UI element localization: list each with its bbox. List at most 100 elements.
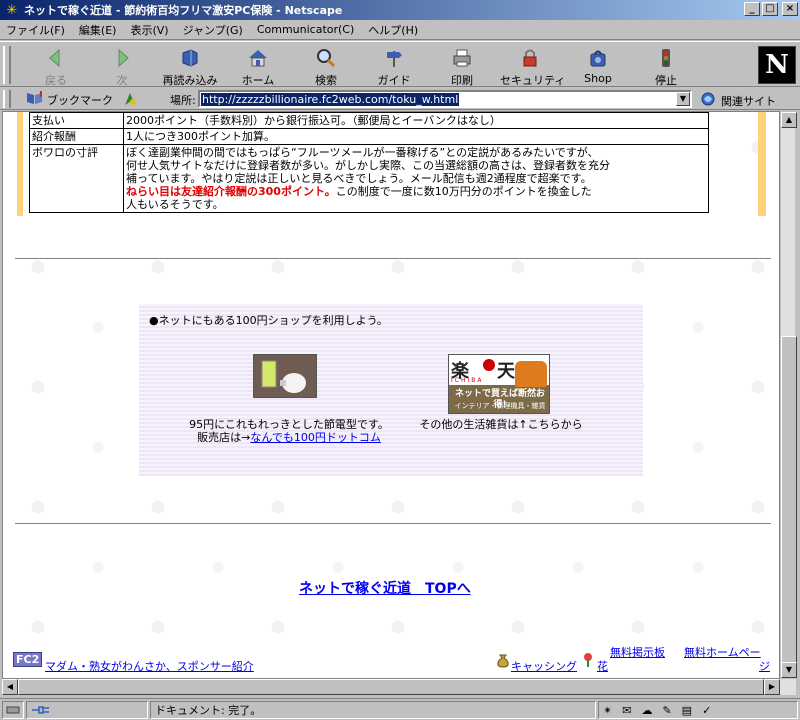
- netscape-logo[interactable]: N: [758, 46, 796, 84]
- mail-icon[interactable]: ✉: [622, 704, 631, 717]
- window-title: ネットで稼ぐ近道 - 節約術百均フリマ激安PC保険 - Netscape: [24, 4, 343, 17]
- nandemo-100yen-link[interactable]: なんでも100円ドットコム: [250, 431, 380, 444]
- review-line-1: ぼく達副業仲間の間ではもっぱら“フルーツメールが一番稼げる”との定説があるみたい…: [126, 146, 599, 159]
- printer-icon: [432, 46, 492, 70]
- rakuten-logo-dot-icon: [483, 359, 495, 371]
- scroll-right-button[interactable]: ▶: [764, 679, 780, 695]
- menu-go[interactable]: ジャンプ(G): [183, 22, 243, 38]
- padlock-icon: [500, 46, 560, 70]
- rakuten-caption-2: インテリア・料理機具・雑貨: [454, 402, 546, 410]
- related-sites-icon: [700, 91, 718, 110]
- referral-value: 1人につき300ポイント加算。: [123, 128, 709, 145]
- bookmarks-label: ブックマーク: [47, 93, 113, 107]
- related-sites-button[interactable]: 関連サイト: [700, 91, 776, 110]
- bulb-item-prefix: 販売店は→: [197, 431, 251, 444]
- left-accent-bar: [17, 112, 23, 216]
- bulb-item-line-2: 販売店は→なんでも100円ドットコム: [179, 431, 399, 444]
- toolbar-grip[interactable]: [3, 46, 11, 84]
- horizontal-rule: [15, 258, 771, 260]
- rakuten-logo-ten: 天: [497, 361, 515, 382]
- close-button[interactable]: ×: [782, 2, 798, 16]
- free-homepage-link-cont[interactable]: ジ: [759, 658, 770, 674]
- netscape-logo-letter: N: [765, 50, 789, 80]
- back-button[interactable]: 戻る: [26, 46, 86, 87]
- menu-help[interactable]: ヘルプ(H): [368, 22, 418, 38]
- groups-icon[interactable]: ☁: [641, 704, 652, 717]
- scroll-up-button[interactable]: ▲: [781, 112, 797, 128]
- table-row: ボワロの寸評 ぼく達副業仲間の間ではもっぱら“フルーツメールが一番稼げる”との定…: [29, 144, 709, 213]
- page-content: 支払い 2000ポイント（手数料別）から銀行振込可。（郵便局とイーバンクはなし）…: [2, 111, 780, 679]
- shop-bag-icon: [568, 46, 628, 70]
- review-line-4: ねらい目は友達紹介報酬の300ポイント。この制度で一度に数10万円分のポイントを…: [126, 185, 706, 198]
- review-value: ぼく達副業仲間の間ではもっぱら“フルーツメールが一番稼げる”との定説があるみたい…: [123, 144, 709, 213]
- connection-status-icon[interactable]: [2, 701, 24, 719]
- back-arrow-icon: [26, 46, 86, 70]
- hundred-yen-shop-box: ●ネットにもある100円ショップを利用しよう。 95円にこれもれっきとした節電型…: [139, 304, 643, 476]
- fc2-logo[interactable]: FC2: [13, 652, 43, 667]
- search-icon: [296, 46, 356, 70]
- security-button[interactable]: セキュリティ: [500, 46, 566, 87]
- maximize-button[interactable]: □: [762, 2, 778, 16]
- checkmark-icon[interactable]: ✓: [702, 704, 711, 717]
- review-line-2: 何せ人気サイトなだけに登録者数が多い。がしかし実際、この当選総額の高さは、登録者…: [126, 159, 610, 172]
- free-homepage-link[interactable]: 無料ホームペー: [684, 644, 761, 660]
- related-sites-label: 関連サイト: [721, 94, 776, 108]
- shop-label: Shop: [584, 72, 612, 85]
- flower-ad-link[interactable]: 花: [597, 658, 608, 674]
- plug-icon: [32, 706, 49, 714]
- money-bag-icon: [495, 652, 511, 671]
- menu-communicator[interactable]: Communicator(C): [257, 23, 354, 36]
- horizontal-scrollbar[interactable]: ◀ ▶: [2, 679, 796, 695]
- stop-label: 停止: [655, 74, 677, 87]
- forward-label: 次: [116, 74, 128, 87]
- window-controls: _ □ ×: [744, 2, 798, 16]
- menu-file[interactable]: ファイル(F): [6, 22, 65, 38]
- url-text[interactable]: http://zzzzzbillionaire.fc2web.com/toku_…: [201, 93, 460, 106]
- vertical-scrollbar[interactable]: ▲ ▼: [780, 111, 797, 679]
- minimize-button[interactable]: _: [744, 2, 760, 16]
- search-button[interactable]: 検索: [296, 46, 356, 87]
- url-field[interactable]: http://zzzzzbillionaire.fc2web.com/toku_…: [198, 90, 692, 108]
- calendar-icon[interactable]: ▤: [682, 704, 692, 717]
- bookmarks-button[interactable]: ブックマーク: [26, 91, 113, 108]
- review-line-3: 補っています。やはり定説は正しいと見るべきでしょう。メール配信も週2通程度で超楽…: [126, 172, 592, 185]
- menu-view[interactable]: 表示(V): [130, 22, 168, 38]
- horizontal-scroll-thumb[interactable]: [18, 679, 764, 695]
- print-button[interactable]: 印刷: [432, 46, 492, 87]
- progress-bar: [26, 701, 148, 719]
- security-label: セキュリティ: [500, 74, 566, 87]
- location-label: 場所:: [170, 94, 196, 107]
- page-proxy-icon[interactable]: [122, 91, 138, 110]
- scroll-down-button[interactable]: ▼: [781, 662, 797, 678]
- vertical-scroll-thumb[interactable]: [781, 336, 797, 664]
- rakuten-ichiba-label: ICHIBA: [451, 377, 484, 384]
- home-button[interactable]: ホーム: [228, 46, 288, 87]
- top-page-link[interactable]: ネットで稼ぐ近道 TOPへ: [299, 578, 471, 598]
- stop-button[interactable]: 停止: [636, 46, 696, 87]
- review-line-4-rest: この制度で一度に数10万円分のポイントを換金した: [335, 185, 592, 198]
- guide-label: ガイド: [377, 74, 411, 87]
- light-bulb-banner[interactable]: [253, 354, 317, 398]
- service-info-table: 支払い 2000ポイント（手数料別）から銀行振込可。（郵便局とイーバンクはなし）…: [29, 112, 709, 213]
- netscape-app-icon[interactable]: ✳: [4, 2, 20, 18]
- guide-button[interactable]: ガイド: [364, 46, 424, 87]
- sponsor-ad-link[interactable]: マダム・熟女がわんさか、スポンサー紹介: [45, 658, 254, 674]
- url-history-dropdown[interactable]: ▼: [676, 92, 690, 106]
- forward-button[interactable]: 次: [92, 46, 152, 87]
- shop-button[interactable]: Shop: [568, 46, 628, 86]
- reload-icon: [160, 46, 220, 70]
- flower-icon: [581, 652, 595, 671]
- reload-button[interactable]: 再読み込み: [160, 46, 220, 87]
- scroll-left-button[interactable]: ◀: [2, 679, 18, 695]
- composer-icon[interactable]: ✎: [662, 704, 671, 717]
- location-bar-grip[interactable]: [3, 90, 11, 108]
- free-bbs-link[interactable]: 無料掲示板: [610, 644, 665, 660]
- stop-traffic-light-icon: [636, 46, 696, 70]
- navigator-icon[interactable]: ✴: [603, 704, 612, 717]
- bulb-item-line-1: 95円にこれもれっきとした節電型です。: [189, 418, 389, 431]
- menu-edit[interactable]: 編集(E): [79, 22, 117, 38]
- rakuten-ichiba-banner[interactable]: 楽 天 ICHIBA ネットで買えば断然お得! インテリア・料理機具・雑貨: [448, 354, 550, 414]
- review-key: ボワロの寸評: [29, 144, 124, 213]
- bulb-item-text: 95円にこれもれっきとした節電型です。 販売店は→なんでも100円ドットコム: [179, 418, 399, 444]
- cashing-ad-link[interactable]: キャッシング: [511, 658, 577, 674]
